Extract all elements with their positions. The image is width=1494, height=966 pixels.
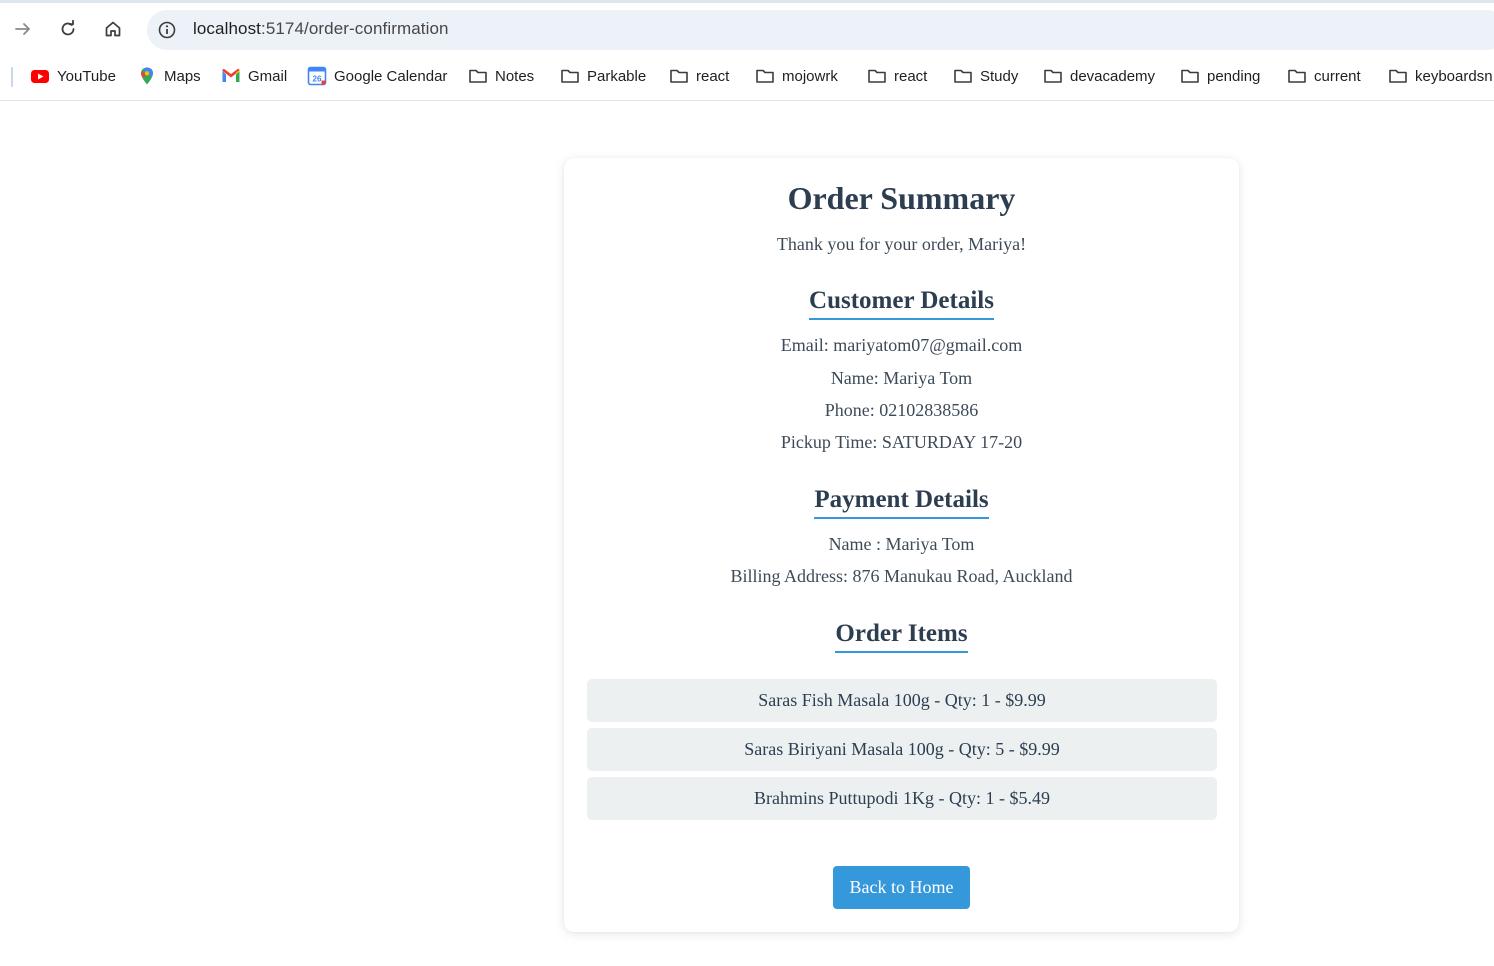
order-item: Saras Fish Masala 100g - Qty: 1 - $9.99 — [587, 679, 1217, 722]
bookmark-maps[interactable]: Maps — [137, 64, 201, 88]
folder-icon — [1388, 66, 1408, 86]
bookmark-label: current — [1314, 67, 1361, 85]
bookmark-folder-react[interactable]: react — [669, 64, 729, 88]
bookmark-folder-devacademy[interactable]: devacademy — [1043, 64, 1155, 88]
customer-details-heading-text: Customer Details — [809, 287, 994, 320]
bookmarks-divider — [11, 67, 13, 87]
folder-icon — [867, 66, 887, 86]
home-button[interactable] — [97, 13, 129, 45]
order-items-heading-text: Order Items — [835, 620, 968, 653]
bookmark-folder-pending[interactable]: pending — [1180, 64, 1260, 88]
bookmark-folder-notes[interactable]: Notes — [468, 64, 534, 88]
bookmark-folder-react-2[interactable]: react — [867, 64, 927, 88]
customer-phone: Phone: 02102838586 — [824, 400, 979, 420]
bookmark-label: mojowrk — [782, 67, 838, 85]
pickup-time: Pickup Time: SATURDAY 17-20 — [780, 432, 1023, 452]
bookmark-folder-mojowrk[interactable]: mojowrk — [755, 64, 838, 88]
arrow-right-icon — [15, 23, 30, 35]
maps-icon — [137, 66, 157, 86]
folder-icon — [1180, 66, 1200, 86]
customer-details-heading: Customer Details — [564, 287, 1239, 320]
payment-details-heading: Payment Details — [564, 486, 1239, 519]
folder-icon — [560, 66, 580, 86]
folder-icon — [1043, 66, 1063, 86]
thank-you-message: Thank you for your order, Mariya! — [776, 234, 1027, 254]
browser-toolbar: localhost:5174/order-confirmation — [0, 3, 1494, 59]
forward-button[interactable] — [7, 13, 39, 45]
svg-text:26: 26 — [313, 75, 322, 84]
bookmark-folder-parkable[interactable]: Parkable — [560, 64, 646, 88]
youtube-icon — [30, 66, 50, 86]
folder-icon — [755, 66, 775, 86]
folder-icon — [1287, 66, 1307, 86]
url-path: :5174/order-confirmation — [261, 19, 449, 38]
bookmark-label: devacademy — [1070, 67, 1156, 85]
back-to-home-button[interactable]: Back to Home — [833, 866, 970, 909]
calendar-icon: 26 — [307, 66, 327, 86]
url-host: localhost — [193, 19, 261, 38]
bookmark-label: Parkable — [587, 67, 647, 85]
bookmarks-bar: YouTube Maps Gmail 26 Google Calendar No… — [0, 59, 1494, 101]
bookmark-youtube[interactable]: YouTube — [30, 64, 116, 88]
bookmark-folder-study[interactable]: Study — [953, 64, 1018, 88]
reload-button[interactable] — [52, 13, 84, 45]
bookmark-folder-current[interactable]: current — [1287, 64, 1361, 88]
page-title: Order Summary — [787, 180, 1016, 216]
order-item: Brahmins Puttupodi 1Kg - Qty: 1 - $5.49 — [587, 777, 1217, 820]
bookmark-label: react — [696, 67, 730, 85]
bookmark-label: react — [894, 67, 928, 85]
bookmark-label: Google Calendar — [334, 67, 448, 85]
gmail-icon — [221, 66, 241, 86]
url-text[interactable]: localhost:5174/order-confirmation — [193, 19, 449, 39]
bookmark-label: Maps — [164, 67, 201, 85]
folder-icon — [669, 66, 689, 86]
customer-email: Email: mariyatom07@gmail.com — [780, 335, 1023, 355]
order-summary-card: Order Summary Thank you for your order, … — [564, 158, 1239, 932]
payment-details-heading-text: Payment Details — [814, 486, 989, 519]
folder-icon — [953, 66, 973, 86]
home-icon — [105, 21, 121, 37]
address-bar[interactable]: localhost:5174/order-confirmation — [147, 10, 1494, 50]
bookmark-folder-keyboardsn[interactable]: keyboardsn — [1388, 64, 1493, 88]
info-icon[interactable] — [157, 20, 177, 40]
bookmark-gmail[interactable]: Gmail — [221, 64, 287, 88]
reload-icon — [61, 19, 75, 36]
customer-name: Name: Mariya Tom — [830, 368, 973, 388]
folder-icon — [468, 66, 488, 86]
bookmark-label: keyboardsn — [1415, 67, 1493, 85]
bookmark-label: pending — [1207, 67, 1261, 85]
order-items-heading: Order Items — [564, 620, 1239, 653]
payment-name: Name : Mariya Tom — [828, 534, 975, 554]
bookmark-google-calendar[interactable]: 26 Google Calendar — [307, 64, 447, 88]
bookmark-label: Study — [980, 67, 1019, 85]
bookmark-label: Notes — [495, 67, 535, 85]
billing-address: Billing Address: 876 Manukau Road, Auckl… — [730, 566, 1073, 586]
bookmark-label: Gmail — [248, 67, 288, 85]
bookmark-label: YouTube — [57, 67, 116, 85]
order-item: Saras Biriyani Masala 100g - Qty: 5 - $9… — [587, 728, 1217, 771]
